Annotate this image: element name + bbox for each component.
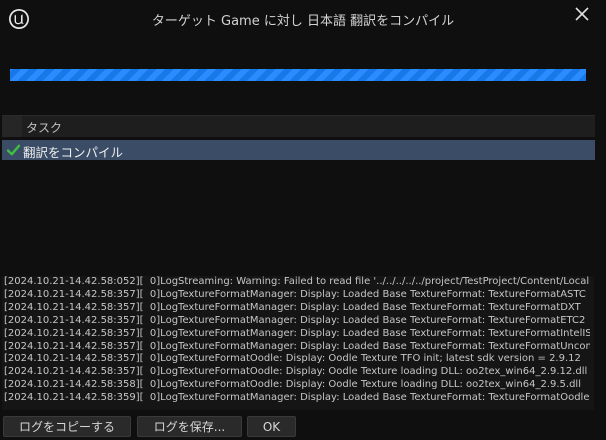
log-line: [2024.10.21-14.42.58:357][ 0]LogTextureF… — [4, 288, 586, 300]
checkmark-icon — [7, 144, 20, 156]
log-line: [2024.10.21-14.42.58:357][ 0]LogTextureF… — [4, 327, 594, 339]
log-output[interactable]: [2024.10.21-14.42.58:052][ 0]LogStreamin… — [2, 276, 594, 410]
log-line: [2024.10.21-14.42.58:359][ 0]LogTextureF… — [4, 392, 590, 404]
log-line: [2024.10.21-14.42.58:357][ 0]LogTextureF… — [4, 340, 594, 352]
ok-button[interactable]: OK — [247, 416, 296, 437]
copy-log-button[interactable]: ログをコピーする — [3, 416, 131, 437]
task-list: 翻訳をコンパイル — [2, 137, 595, 272]
log-line: [2024.10.21-14.42.58:357][ 0]LogTextureF… — [4, 353, 581, 365]
log-line: [2024.10.21-14.42.58:357][ 0]LogTextureF… — [4, 301, 581, 313]
status-column-header — [2, 116, 22, 137]
log-line: [2024.10.21-14.42.58:357][ 0]LogTextureF… — [4, 314, 586, 326]
close-icon[interactable] — [574, 6, 590, 22]
task-label: 翻訳をコンパイル — [23, 145, 124, 160]
list-item[interactable]: 翻訳をコンパイル — [2, 140, 595, 160]
progress-bar-fill — [10, 69, 586, 81]
task-column-header: タスク — [26, 121, 63, 135]
log-line: [2024.10.21-14.42.58:357][ 0]LogTextureF… — [4, 366, 588, 378]
progress-bar — [10, 69, 586, 81]
title-bar: ターゲット Game に対し 日本語 翻訳をコンパイル — [0, 0, 606, 38]
log-scrollbar[interactable] — [590, 276, 594, 410]
log-line: [2024.10.21-14.42.58:358][ 0]LogTextureF… — [4, 379, 581, 391]
save-log-button[interactable]: ログを保存... — [137, 416, 242, 437]
log-line: [2024.10.21-14.42.58:052][ 0]LogStreamin… — [4, 276, 590, 287]
window-title: ターゲット Game に対し 日本語 翻訳をコンパイル — [151, 14, 455, 29]
task-list-header[interactable]: タスク — [2, 115, 595, 137]
